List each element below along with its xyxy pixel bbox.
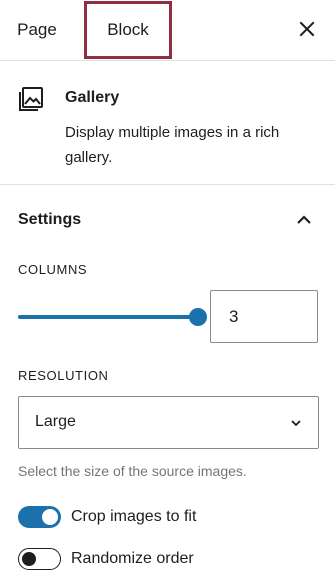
randomize-order-label: Randomize order <box>71 550 194 567</box>
randomize-order-toggle[interactable] <box>18 548 61 570</box>
toggle-knob <box>22 551 36 566</box>
crop-images-label: Crop images to fit <box>71 508 197 525</box>
sidebar-tabs: Page Block <box>0 0 335 61</box>
resolution-select[interactable]: Large <box>18 396 319 449</box>
close-button[interactable] <box>293 15 321 43</box>
chevron-up-icon <box>297 215 311 224</box>
settings-panel-title: Settings <box>18 211 82 228</box>
crop-images-toggle-row[interactable]: Crop images to fit <box>18 504 318 530</box>
columns-slider[interactable] <box>18 306 207 328</box>
randomize-order-toggle-row[interactable]: Randomize order <box>18 546 318 572</box>
resolution-label: RESOLUTION <box>18 368 109 383</box>
tab-highlight-box <box>84 1 172 59</box>
resolution-help-text: Select the size of the source images. <box>18 463 247 479</box>
settings-panel-toggle[interactable]: Settings <box>0 186 335 256</box>
block-card: Gallery Display multiple images in a ric… <box>0 61 335 185</box>
chevron-down-icon <box>291 420 301 427</box>
resolution-selected-value: Large <box>35 413 76 430</box>
slider-fill <box>18 315 198 319</box>
block-title: Gallery <box>65 89 120 106</box>
tab-block[interactable]: Block <box>84 0 172 60</box>
columns-label: COLUMNS <box>18 262 88 277</box>
slider-thumb[interactable] <box>189 308 207 326</box>
tab-page[interactable]: Page <box>4 0 70 60</box>
block-description: Display multiple images in a rich galler… <box>65 124 280 166</box>
close-icon <box>299 21 315 37</box>
toggle-knob <box>42 509 58 525</box>
gallery-icon <box>19 87 43 111</box>
columns-number-input[interactable]: 3 <box>210 290 318 343</box>
crop-images-toggle[interactable] <box>18 506 61 528</box>
